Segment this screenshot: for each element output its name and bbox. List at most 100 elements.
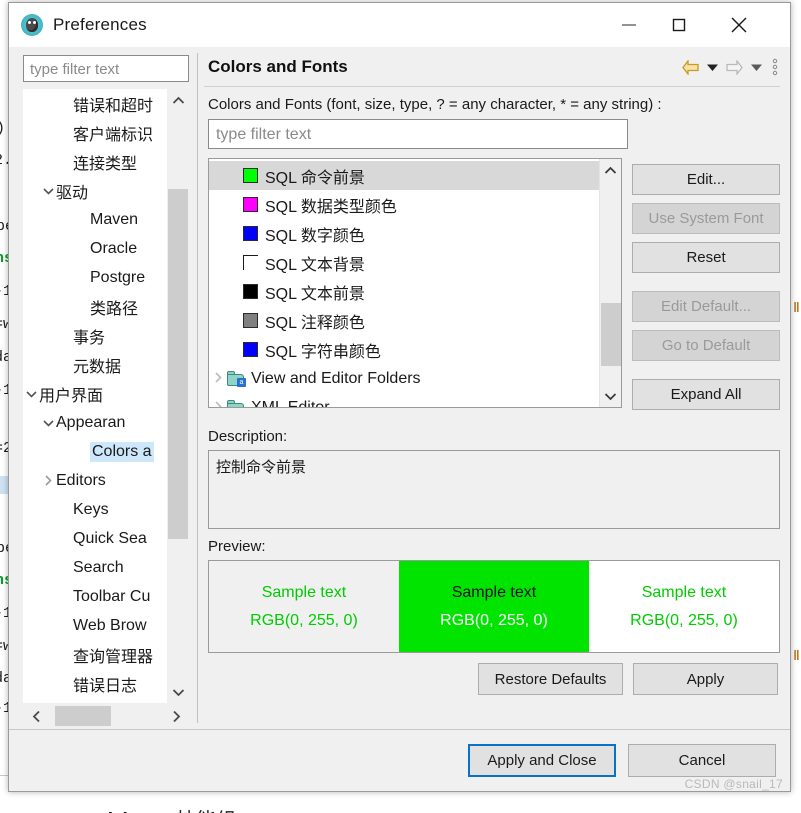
sidebar-item[interactable]: 事务: [23, 321, 189, 350]
chevron-right-icon[interactable]: [40, 475, 56, 486]
page-header: Colors and Fonts: [203, 47, 780, 87]
sidebar-hscroll-track[interactable]: [49, 703, 163, 729]
chevron-right-icon[interactable]: [209, 400, 227, 407]
back-menu-chevron-down-icon[interactable]: [706, 63, 719, 72]
colors-fonts-tree-row[interactable]: a View and Editor Folders: [209, 364, 599, 393]
preview-cell: Sample text RGB(0, 255, 0): [208, 561, 399, 652]
colors-fonts-vertical-scrollbar[interactable]: [599, 159, 622, 407]
colors-fonts-scroll-thumb[interactable]: [600, 303, 621, 366]
colors-fonts-tree-row[interactable]: SQL 数字颜色: [209, 219, 599, 248]
sidebar-item-label: 元数据: [73, 358, 122, 376]
colors-fonts-tree-row[interactable]: SQL 注释颜色: [209, 306, 599, 335]
colors-fonts-tree-label: SQL 命令前景: [264, 163, 365, 188]
sidebar-item[interactable]: 错误日志: [23, 669, 189, 698]
sidebar-item[interactable]: Maven: [23, 205, 189, 234]
sidebar-item-label: Postgre: [90, 268, 146, 286]
preview-rgb-text: RGB(0, 255, 0): [250, 611, 358, 629]
sidebar-item[interactable]: Editors: [23, 466, 189, 495]
sidebar-item[interactable]: 查询管理器: [23, 640, 189, 669]
sidebar-item[interactable]: 驱动: [23, 176, 189, 205]
apply-button[interactable]: Apply: [633, 663, 778, 695]
sidebar-item[interactable]: 连接类型: [23, 147, 189, 176]
description-label: Description:: [207, 428, 288, 445]
edit-button[interactable]: Edit...: [632, 164, 780, 195]
colors-fonts-tree-row[interactable]: SQL 数据类型颜色: [209, 190, 599, 219]
cancel-button[interactable]: Cancel: [628, 744, 776, 777]
sidebar-item[interactable]: 错误和超时: [23, 89, 189, 118]
colors-fonts-tree-row[interactable]: SQL 文本背景: [209, 248, 599, 277]
sidebar-item[interactable]: Postgre: [23, 263, 189, 292]
sidebar-item-label: Search: [73, 558, 124, 576]
apply-and-close-button[interactable]: Apply and Close: [468, 744, 616, 777]
preview-cell: Sample text RGB(0, 255, 0): [398, 561, 589, 652]
filter-description-label: Colors and Fonts (font, size, type, ? = …: [207, 96, 662, 113]
chevron-down-icon[interactable]: [40, 187, 56, 195]
colors-fonts-tree-row[interactable]: a XML Editor: [209, 393, 599, 407]
dbeaver-app-icon: [21, 13, 43, 36]
sidebar-horizontal-scrollbar[interactable]: [23, 703, 189, 729]
forward-arrow-icon[interactable]: [726, 59, 743, 75]
sidebar-item-label: Oracle: [90, 239, 138, 257]
chevron-down-icon[interactable]: [23, 390, 39, 398]
colors-fonts-scroll-track[interactable]: [599, 181, 622, 385]
close-button[interactable]: [716, 3, 762, 47]
reset-button[interactable]: Reset: [632, 242, 780, 273]
forward-menu-chevron-down-icon[interactable]: [750, 63, 763, 72]
sidebar-item[interactable]: 用户界面: [23, 379, 189, 408]
chevron-up-icon[interactable]: [167, 89, 189, 111]
vertical-dots-icon[interactable]: [772, 58, 778, 76]
expand-all-button[interactable]: Expand All: [632, 379, 780, 410]
sidebar-vertical-scrollbar[interactable]: [167, 89, 189, 703]
color-swatch-icon: [242, 168, 258, 183]
sidebar-scroll-thumb[interactable]: [168, 189, 188, 539]
chevron-up-icon[interactable]: [600, 159, 621, 181]
sidebar-item-label: 错误和超时: [73, 97, 154, 115]
sidebar-item[interactable]: Appearan: [23, 408, 189, 437]
chevron-right-icon[interactable]: [163, 703, 189, 729]
sidebar-filter-input[interactable]: type filter text: [23, 55, 189, 82]
maximize-button[interactable]: [656, 3, 702, 47]
sidebar-item[interactable]: 元数据: [23, 350, 189, 379]
colors-fonts-tree-row[interactable]: SQL 命令前景: [208, 161, 600, 190]
edit-default-button[interactable]: Edit Default...: [632, 291, 780, 322]
back-arrow-icon[interactable]: [682, 59, 699, 75]
chevron-down-icon[interactable]: [600, 385, 621, 407]
chevron-down-icon[interactable]: [40, 419, 56, 427]
preview-cell: Sample text RGB(0, 255, 0): [588, 561, 779, 652]
sidebar-item[interactable]: Web Brow: [23, 611, 189, 640]
preferences-sidebar: type filter text 错误和超时客户端标识连接类型驱动 Maven Or…: [9, 47, 197, 729]
chevron-down-icon[interactable]: [167, 681, 189, 703]
use-system-font-button[interactable]: Use System Font: [632, 203, 780, 234]
sidebar-item-label: Maven: [90, 210, 139, 228]
folder-badged-icon: a: [226, 371, 246, 387]
sidebar-tree[interactable]: 错误和超时客户端标识连接类型驱动 Maven Oracle Postgre 类路径事务元…: [23, 89, 189, 703]
sidebar-item-label: 事务: [73, 329, 106, 347]
chevron-left-icon[interactable]: [23, 703, 49, 729]
sidebar-item-label: 连接类型: [73, 155, 138, 173]
go-to-default-button[interactable]: Go to Default: [632, 330, 780, 361]
chevron-right-icon[interactable]: [209, 371, 227, 386]
sidebar-item[interactable]: Quick Sea: [23, 524, 189, 553]
colors-fonts-button-column: Edit... Use System Font Reset Edit Defau…: [632, 158, 780, 418]
sidebar-item[interactable]: Colors a: [23, 437, 189, 466]
preview-panel: Sample text RGB(0, 255, 0) Sample text RGB(…: [207, 560, 780, 653]
sidebar-hscroll-thumb[interactable]: [55, 706, 111, 726]
colors-fonts-tree[interactable]: SQL 命令前景 SQL 数据类型颜色 SQL 数字颜色 SQL 文本背景 SQL 文本…: [207, 158, 623, 408]
preview-sample-text: Sample text: [261, 583, 347, 601]
colors-fonts-filter-input[interactable]: type filter text: [207, 119, 628, 149]
preview-sample-text: Sample text: [451, 583, 537, 601]
sidebar-item[interactable]: 客户端标识: [23, 118, 189, 147]
minimize-button[interactable]: [606, 3, 652, 47]
colors-fonts-tree-row[interactable]: SQL 文本前景: [209, 277, 599, 306]
sidebar-item[interactable]: Oracle: [23, 234, 189, 263]
restore-defaults-button[interactable]: Restore Defaults: [478, 663, 623, 695]
sidebar-item[interactable]: Search: [23, 553, 189, 582]
colors-fonts-tree-row[interactable]: SQL 字符串颜色: [209, 335, 599, 364]
sidebar-item[interactable]: Keys: [23, 495, 189, 524]
dialog-footer: Apply and Close Cancel: [9, 729, 790, 791]
sidebar-item[interactable]: 类路径: [23, 292, 189, 321]
sidebar-scroll-track[interactable]: [167, 111, 189, 681]
sidebar-item-label: 驱动: [56, 184, 89, 202]
color-swatch-icon: [242, 284, 258, 299]
sidebar-item[interactable]: Toolbar Cu: [23, 582, 189, 611]
